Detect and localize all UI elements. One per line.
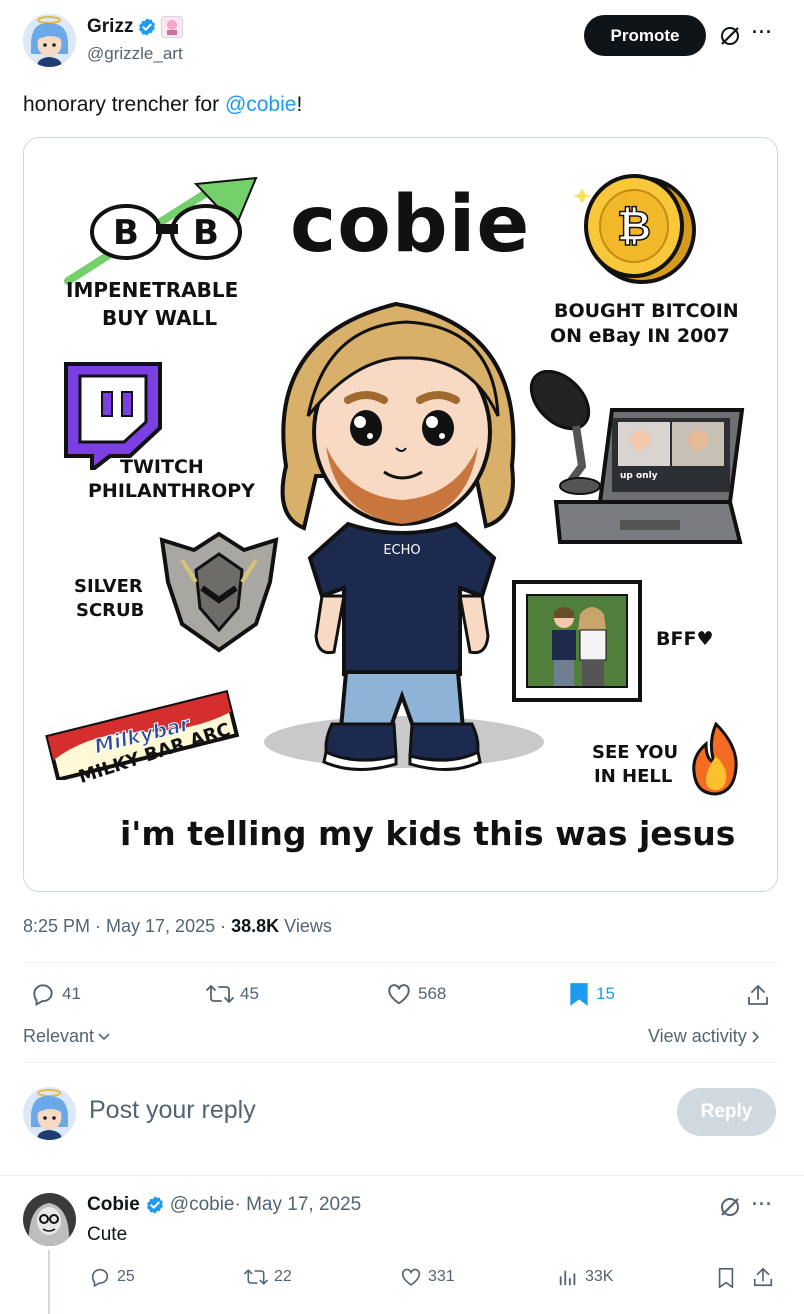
author-handle[interactable]: @grizzle_art xyxy=(87,44,183,64)
divider xyxy=(0,1175,804,1176)
more-options-icon[interactable]: ··· xyxy=(752,22,773,43)
svg-text:B: B xyxy=(193,213,219,253)
podcast-laptop-icon: up only xyxy=(520,370,748,550)
heart-icon xyxy=(400,1266,422,1288)
repost-icon xyxy=(206,981,234,1007)
author-name[interactable]: Grizz xyxy=(87,16,133,38)
reply-input[interactable]: Post your reply xyxy=(89,1096,256,1125)
bookmark-icon[interactable] xyxy=(716,1267,736,1289)
reply-repost-action[interactable]: 22 xyxy=(244,1266,292,1288)
twitch-label-1: TWITCH xyxy=(120,456,204,478)
bookmark-action[interactable]: 15 xyxy=(568,981,615,1007)
divider xyxy=(23,1062,778,1063)
reply-action[interactable]: 41 xyxy=(30,981,81,1007)
reply-text: Cute xyxy=(87,1224,128,1245)
bitcoin-coin-icon: ₿ xyxy=(572,168,702,288)
verified-badge-icon xyxy=(137,17,157,37)
twitch-logo-icon xyxy=(60,360,164,470)
view-activity-link[interactable]: View activity xyxy=(648,1026,761,1047)
svg-text:₿: ₿ xyxy=(617,201,651,250)
cobie-character-illustration: ECHO xyxy=(256,296,546,776)
repost-action[interactable]: 45 xyxy=(206,981,259,1007)
svg-text:B: B xyxy=(113,213,139,253)
views-count: 38.8K xyxy=(231,916,280,936)
composer-avatar xyxy=(23,1087,76,1140)
hell-label-1: SEE YOU xyxy=(592,742,679,763)
silver-label-1: SILVER xyxy=(74,576,143,597)
reply-button[interactable]: Reply xyxy=(677,1088,776,1136)
reply-icon xyxy=(30,981,56,1007)
mention-link[interactable]: @cobie xyxy=(225,93,297,116)
reply-views-action[interactable]: 33K xyxy=(557,1266,613,1288)
share-icon[interactable] xyxy=(746,982,770,1008)
reply-date[interactable]: · May 17, 2025 xyxy=(235,1194,362,1216)
reply-like-action[interactable]: 331 xyxy=(400,1266,455,1288)
share-icon[interactable] xyxy=(752,1266,774,1288)
reply-author-name[interactable]: Cobie xyxy=(87,1194,140,1216)
grok-icon[interactable] xyxy=(718,24,742,48)
twitch-label-2: PHILANTHROPY xyxy=(88,480,255,502)
divider xyxy=(23,962,778,963)
chevron-down-icon xyxy=(97,1030,111,1044)
promote-button[interactable]: Promote xyxy=(584,15,706,56)
svg-text:up only: up only xyxy=(620,471,658,481)
buy-wall-label-2: BUY WALL xyxy=(102,306,218,330)
hell-label-2: IN HELL xyxy=(594,766,673,787)
image-title: cobie xyxy=(290,180,531,270)
sort-relevant-dropdown[interactable]: Relevant xyxy=(23,1026,111,1047)
fire-icon xyxy=(686,722,746,796)
analytics-icon xyxy=(557,1266,579,1288)
image-caption: i'm telling my kids this was jesus xyxy=(120,814,736,853)
heart-icon xyxy=(386,981,412,1007)
reply-reply-action[interactable]: 25 xyxy=(89,1266,135,1288)
bitcoin-glasses-icon: B B xyxy=(64,176,264,286)
svg-text:ECHO: ECHO xyxy=(383,543,420,558)
tweet-text: honorary trencher for @cobie! xyxy=(23,93,303,116)
more-options-icon[interactable]: ··· xyxy=(752,1194,773,1215)
verified-badge-icon xyxy=(145,1195,165,1215)
reply-author-avatar[interactable] xyxy=(23,1193,76,1246)
bookmark-filled-icon xyxy=(568,981,590,1007)
bitcoin-label-2: ON eBay IN 2007 xyxy=(550,325,730,347)
tweet-timestamp[interactable]: 8:25 PM · May 17, 2025 · 38.8K Views xyxy=(23,916,332,937)
reply-author-handle[interactable]: @cobie xyxy=(170,1194,235,1216)
chevron-right-icon xyxy=(751,1030,761,1044)
author-avatar[interactable] xyxy=(23,14,76,67)
reply-icon xyxy=(89,1266,111,1288)
repost-icon xyxy=(244,1266,268,1288)
like-action[interactable]: 568 xyxy=(386,981,446,1007)
grok-icon[interactable] xyxy=(718,1195,742,1219)
bitcoin-label-1: BOUGHT BITCOIN xyxy=(554,300,739,322)
tweet-image[interactable]: cobie B B IMPENETRABLE BUY WALL ₿ BOUGHT… xyxy=(23,137,778,892)
buy-wall-label-1: IMPENETRABLE xyxy=(66,278,239,302)
thread-line xyxy=(48,1250,50,1314)
silver-label-2: SCRUB xyxy=(76,600,145,621)
bff-label: BFF♥ xyxy=(656,628,714,650)
affiliate-badge-icon xyxy=(161,16,184,38)
